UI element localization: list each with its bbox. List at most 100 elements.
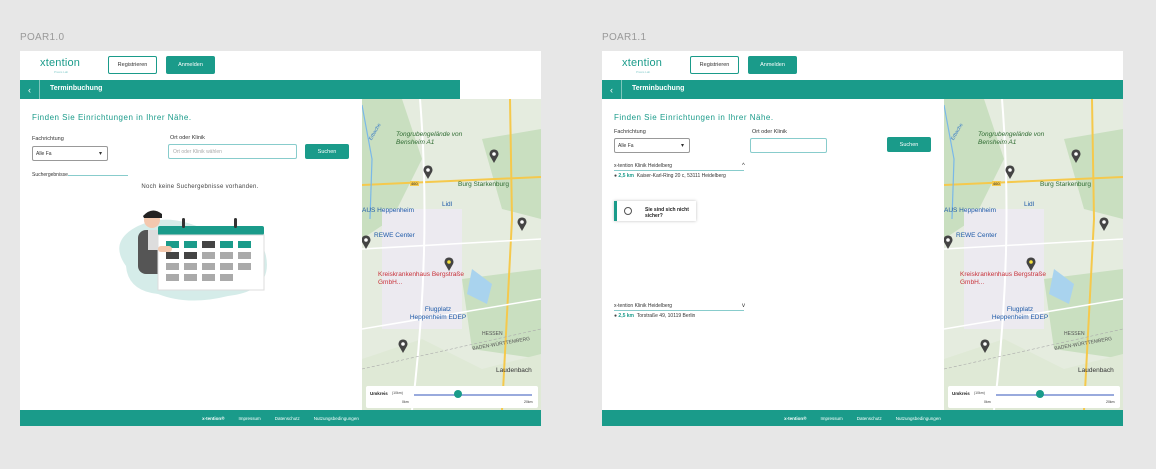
map-pin-icon[interactable] — [980, 339, 990, 353]
radius-slider-handle[interactable] — [1036, 390, 1044, 398]
radius-max-label: 20km — [1106, 400, 1115, 404]
map-label-burg: Burg Starkenburg — [1040, 181, 1091, 188]
map-label-tongrube: Tongrubengelände von Bensheim A1 — [978, 131, 1045, 146]
result-divider — [614, 170, 744, 171]
footer-privacy-link[interactable]: Datenschutz — [857, 416, 882, 421]
logo: xtention — [40, 57, 81, 69]
result-distance: ● 2,5 km Torstraße 49, 10119 Berlin — [614, 313, 695, 319]
map-label-airport: Flugplatz Heppenheim EDEP — [991, 306, 1049, 321]
chevron-left-icon[interactable]: ‹ — [602, 80, 622, 99]
location-input[interactable] — [750, 138, 827, 153]
map-label-lidl: Lidl — [442, 201, 453, 208]
map-road-badge: 460 — [410, 181, 419, 186]
map-pin-icon[interactable] — [944, 235, 953, 249]
footer-imprint-link[interactable]: Impressum — [821, 416, 843, 421]
specialty-select-value: Alle Fa — [618, 142, 634, 149]
footer-brand: x-tention® — [784, 415, 807, 421]
app-header: xtention Praxis Lab Registrieren Anmelde… — [20, 51, 541, 80]
radius-slider-track[interactable] — [996, 394, 1114, 396]
map-pin-icon[interactable] — [1026, 257, 1036, 271]
map-pin-icon[interactable] — [423, 165, 433, 179]
map-pin-icon[interactable] — [444, 257, 454, 271]
footer-terms-link[interactable]: Nutzungsbedingungen — [896, 416, 941, 421]
result-distance-value: 2,5 km — [618, 173, 634, 179]
location-label: Ort oder Klinik — [752, 129, 787, 135]
chevron-down-icon: ▾ — [98, 151, 102, 157]
map-pin-icon[interactable] — [1099, 217, 1109, 231]
map-label-hessen: HESSEN — [1064, 331, 1085, 337]
radius-slider-track[interactable] — [414, 394, 532, 396]
logo-subtitle: Praxis Lab — [636, 70, 651, 74]
map-label-hessen: HESSEN — [482, 331, 503, 337]
result-name: x-tention Klinik Heidelberg — [614, 303, 673, 309]
section-heading: Finden Sie Einrichtungen in Ihrer Nähe. — [32, 113, 192, 122]
chevron-left-icon[interactable]: ‹ — [20, 80, 40, 99]
page-title: Terminbuchung — [50, 85, 103, 92]
results-heading: Suchergebnisse — [32, 172, 68, 178]
chevron-up-icon[interactable]: ^ — [742, 163, 745, 169]
map-pin-icon[interactable] — [489, 149, 499, 163]
map-pin-icon[interactable] — [1005, 165, 1015, 179]
result-distance: ● 2,5 km Kaiser-Karl-Ring 20 c, 53111 He… — [614, 173, 726, 179]
search-button[interactable]: Suchen — [305, 144, 349, 159]
result-address: Kaiser-Karl-Ring 20 c, 53111 Heidelberg — [636, 173, 726, 179]
radius-slider-handle[interactable] — [454, 390, 462, 398]
map-view[interactable]: Erbache Tongrubengelände von Bensheim A1… — [362, 99, 541, 410]
map-pin-icon[interactable] — [1071, 149, 1081, 163]
radius-min-label: 0km — [984, 400, 991, 404]
map-label-rewe: REWE Center — [374, 232, 415, 239]
chevron-down-icon: ▾ — [680, 143, 684, 149]
map-view[interactable]: Erbache Tongrubengelände von Bensheim A1… — [944, 99, 1123, 410]
chevron-down-icon[interactable]: v — [742, 303, 745, 309]
result-distance-value: 2,5 km — [618, 313, 634, 319]
map-label-airport: Flugplatz Heppenheim EDEP — [409, 306, 467, 321]
specialty-select[interactable]: Alle Fa ▾ — [32, 146, 108, 161]
map-pin-icon[interactable] — [398, 339, 408, 353]
register-button[interactable]: Registrieren — [690, 56, 739, 74]
map-label-hospital: Kreiskrankenhaus Bergstraße GmbH... — [378, 271, 464, 286]
location-input[interactable]: Ort oder Klinik wählen — [168, 144, 297, 159]
map-label-heppenheim: AUS Heppenheim — [362, 207, 415, 214]
footer: x-tention® Impressum Datenschutz Nutzung… — [602, 410, 1123, 426]
location-pin-icon: ● — [614, 313, 618, 319]
specialty-select[interactable]: Alle Fa ▾ — [614, 138, 690, 153]
footer-imprint-link[interactable]: Impressum — [239, 416, 261, 421]
specialty-label: Fachrichtung — [32, 136, 64, 142]
map-label-heppenheim: AUS Heppenheim — [944, 207, 997, 214]
help-card[interactable]: Sie sind sich nicht sicher? — [614, 201, 696, 221]
footer: x-tention® Impressum Datenschutz Nutzung… — [20, 410, 541, 426]
login-button[interactable]: Anmelden — [166, 56, 215, 74]
frame-label: POAR1.1 — [602, 32, 647, 43]
map-road-badge: 460 — [992, 181, 1001, 186]
map-label-laudenbach: Laudenbach — [1078, 367, 1114, 374]
login-button[interactable]: Anmelden — [748, 56, 797, 74]
radius-value: (10km) — [392, 391, 403, 395]
radius-value: (10km) — [974, 391, 985, 395]
radius-max-label: 20km — [524, 400, 533, 404]
help-icon — [624, 207, 632, 215]
radius-label: Umkreis — [952, 391, 970, 396]
page-title: Terminbuchung — [632, 85, 685, 92]
radius-label: Umkreis — [370, 391, 388, 396]
search-button[interactable]: Suchen — [887, 137, 931, 152]
result-address: Torstraße 49, 10119 Berlin — [636, 313, 696, 319]
map-label-burg: Burg Starkenburg — [458, 181, 509, 188]
section-heading: Finden Sie Einrichtungen in Ihrer Nähe. — [614, 113, 774, 122]
footer-privacy-link[interactable]: Datenschutz — [275, 416, 300, 421]
results-divider — [68, 175, 128, 176]
map-label-rewe: REWE Center — [956, 232, 997, 239]
location-label: Ort oder Klinik — [170, 135, 205, 141]
artboard-poar-1-0: xtention Praxis Lab Registrieren Anmelde… — [20, 51, 541, 426]
map-pin-icon[interactable] — [517, 217, 527, 231]
logo: xtention — [622, 57, 663, 69]
empty-state-text: Noch keine Suchergebnisse vorhanden. — [141, 184, 259, 190]
map-label-lidl: Lidl — [1024, 201, 1035, 208]
footer-terms-link[interactable]: Nutzungsbedingungen — [314, 416, 359, 421]
artboard-poar-1-1: xtention Praxis Lab Registrieren Anmelde… — [602, 51, 1123, 426]
map-pin-icon[interactable] — [362, 235, 371, 249]
radius-min-label: 0km — [402, 400, 409, 404]
footer-brand: x-tention® — [202, 415, 225, 421]
result-name: x-tention Klinik Heidelberg — [614, 163, 673, 169]
register-button[interactable]: Registrieren — [108, 56, 157, 74]
specialty-label: Fachrichtung — [614, 129, 646, 135]
